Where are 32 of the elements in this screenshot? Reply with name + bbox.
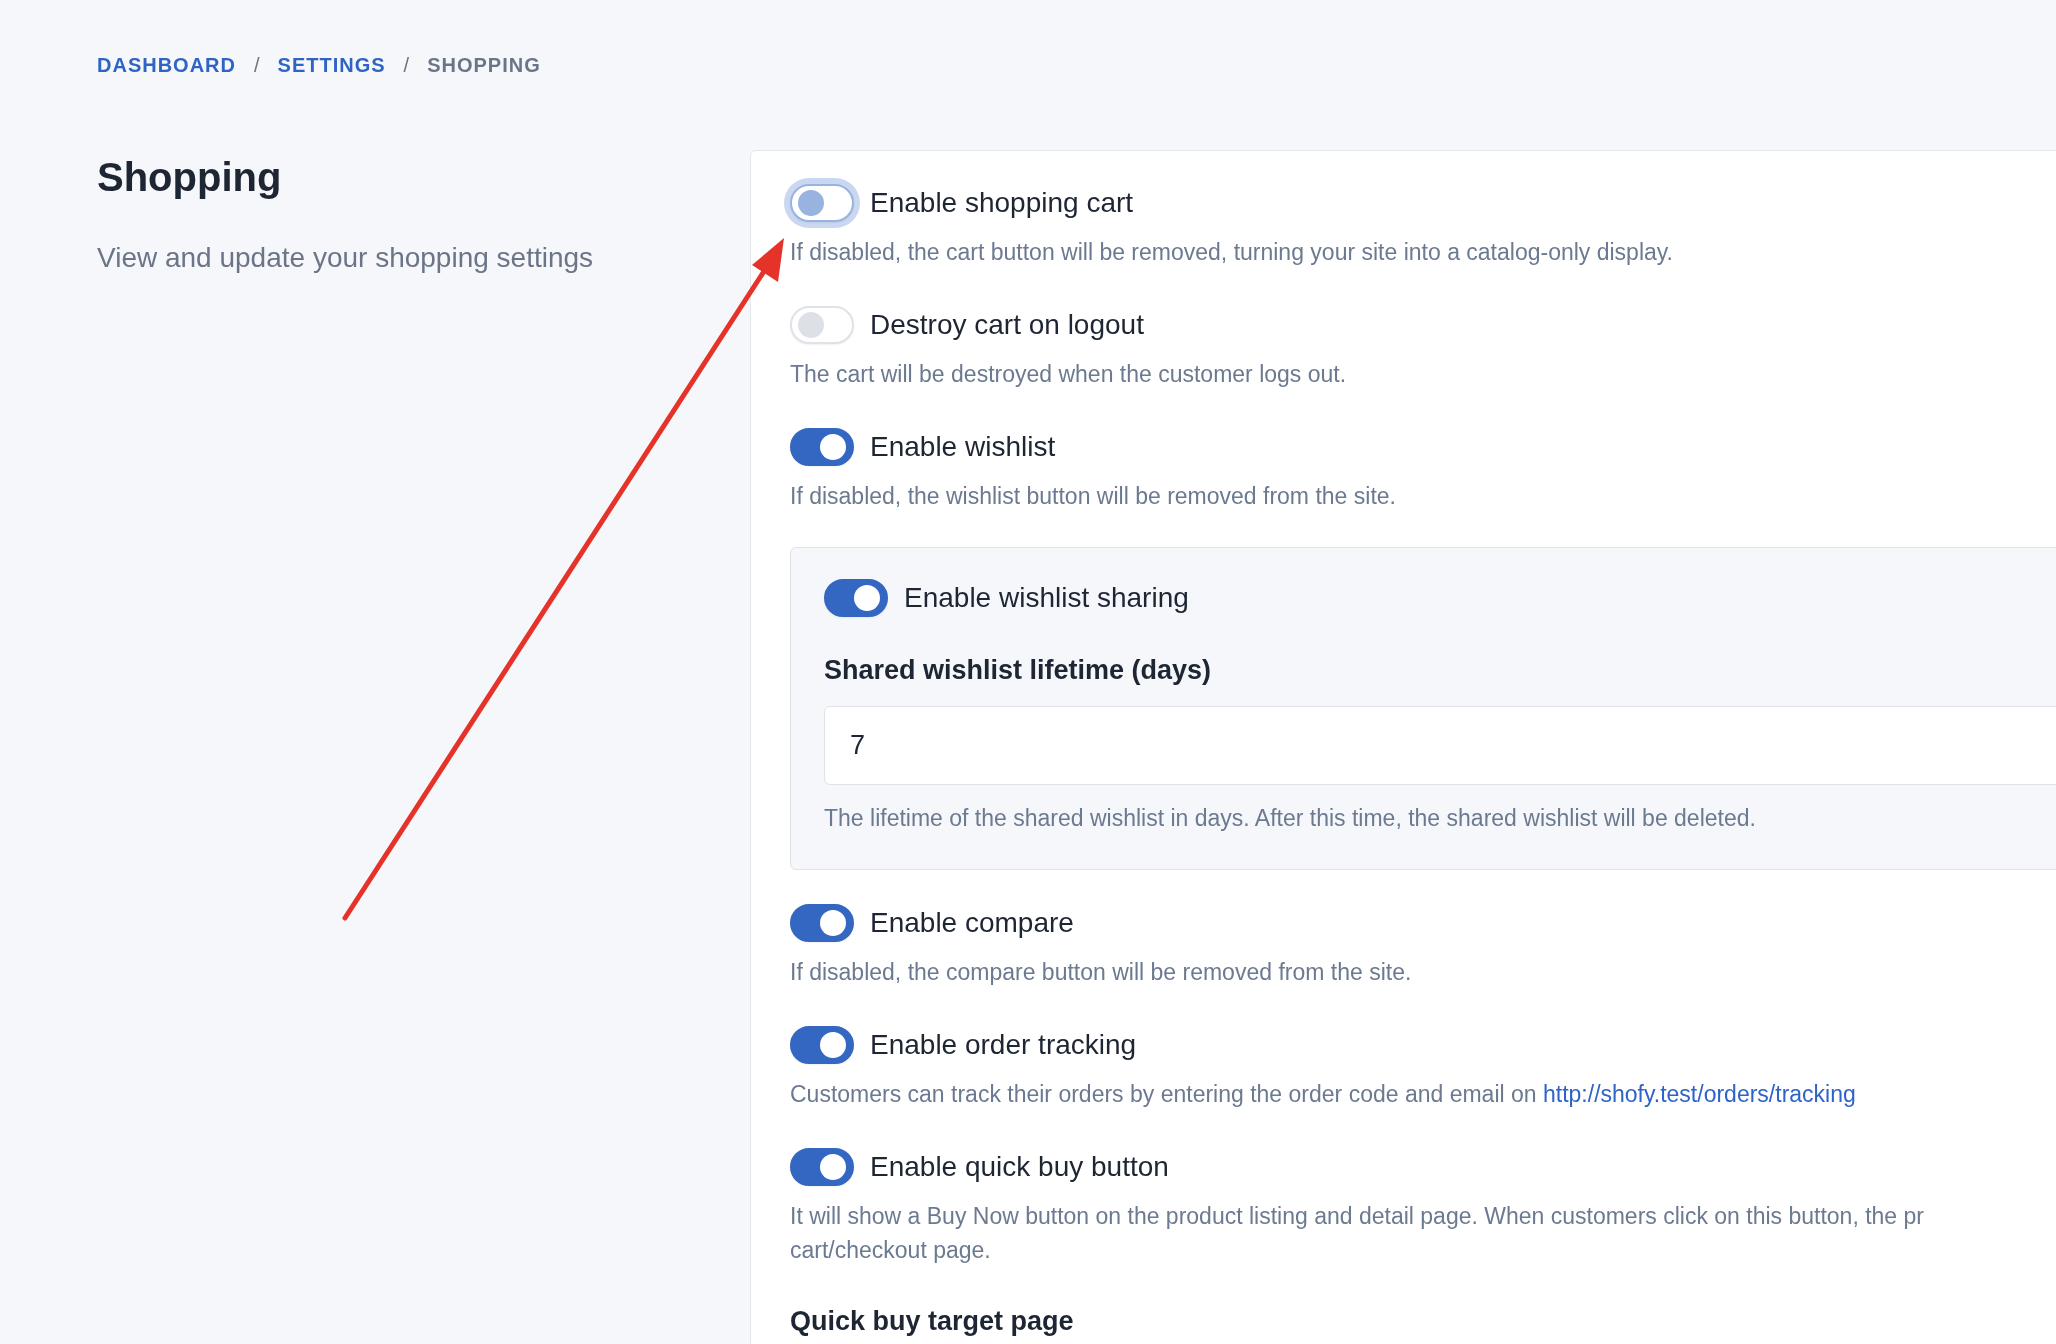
toggle-label: Enable wishlist [870, 431, 1056, 463]
toggle-label: Enable quick buy button [870, 1151, 1169, 1183]
field-label: Shared wishlist lifetime (days) [824, 654, 1213, 687]
field-help: The lifetime of the shared wishlist in days. After this time, the shared wishlist will be deleted. [824, 804, 1757, 833]
breadcrumb-separator: / [254, 53, 260, 77]
toggle-label: Destroy cart on logout [870, 309, 1144, 341]
input-field[interactable]: 7 [824, 706, 2056, 785]
toggle-switch[interactable] [790, 1026, 854, 1064]
toggle-label: Enable shopping cart [870, 187, 1134, 219]
setting-description: Customers can track their orders by entering the order code and email on [790, 1081, 1538, 1107]
toggle-switch[interactable] [790, 428, 854, 466]
setting-description: If disabled, the compare button will be removed from the site. [790, 958, 1413, 987]
toggle-switch[interactable] [824, 579, 888, 617]
setting-description: The cart will be destroyed when the customer logs out. [790, 360, 1348, 389]
breadcrumb-separator: / [403, 53, 410, 77]
toggle-switch[interactable] [790, 904, 854, 942]
setting-description: It will show a Buy Now button on the product listing and detail page. When customers click on this button, the pr [790, 1202, 1925, 1231]
setting-description: cart/checkout page. [790, 1236, 992, 1265]
toggle-label: Enable compare [870, 907, 1074, 939]
field-label: Quick buy target page [790, 1305, 1075, 1338]
setting-description: If disabled, the cart button will be removed, turning your site into a catalog-only display. [790, 238, 1674, 267]
section-title: Shopping [97, 154, 283, 201]
breadcrumb-link[interactable]: DASHBOARD [97, 53, 236, 77]
section-subtitle: View and update your shopping settings [97, 241, 595, 275]
current-page-label: SHOPPING [427, 53, 541, 77]
toggle-switch[interactable] [790, 184, 854, 222]
toggle-label: Enable order tracking [870, 1029, 1137, 1061]
breadcrumb-link[interactable]: SETTINGS [277, 53, 386, 77]
toggle-label: Enable wishlist sharing [904, 582, 1189, 614]
toggle-switch[interactable] [790, 1148, 854, 1186]
setting-description: If disabled, the wishlist button will be removed from the site. [790, 482, 1397, 511]
tracking-link[interactable]: http://shofy.test/orders/tracking [1543, 1081, 1856, 1107]
